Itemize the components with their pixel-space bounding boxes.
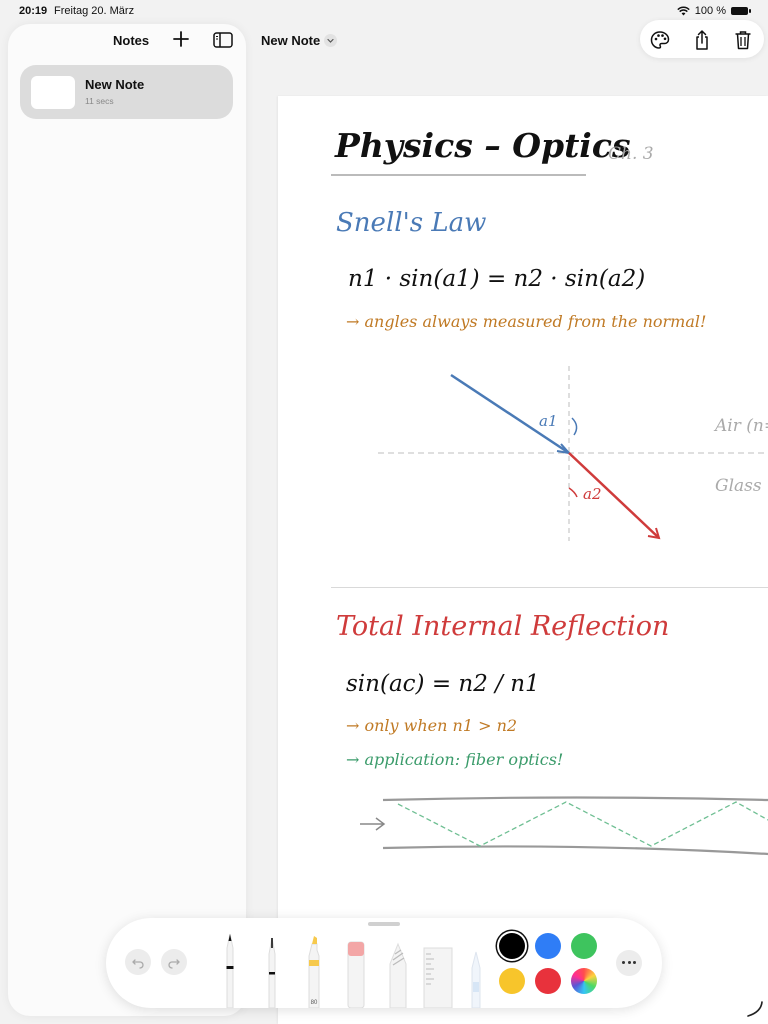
angle-arc-a2 [568,487,578,498]
resize-corner-icon[interactable] [744,998,764,1018]
highlighter-tool[interactable]: 80 [303,932,325,1008]
refraction-diagram: a1 a2 Air (n= Glass ( [378,366,768,541]
reflection-path [397,801,768,847]
wifi-icon [677,6,690,16]
palette-icon[interactable] [649,29,671,51]
normal-note: → angles always measured from the normal… [346,312,707,331]
fiber-bottom-wall [382,845,768,856]
marker-tool-partial[interactable] [468,932,484,1008]
snells-law-heading: Snell's Law [336,208,487,238]
color-swatch-green[interactable] [571,933,597,959]
tir-condition-note: → only when n1 > n2 [346,716,518,735]
drawing-tool-palette: 80 [106,918,662,1008]
highlighter-size-label: 80 [311,1000,318,1006]
chevron-down-icon[interactable] [324,34,337,47]
dot-icon [633,961,636,964]
note-item-title: New Note [85,77,145,92]
color-swatch-blue[interactable] [535,933,561,959]
light-entry-arrow [360,817,386,831]
section-divider [331,587,768,588]
document-toolbar [640,20,764,58]
more-options-button[interactable] [616,950,642,976]
glass-label: Glass ( [715,476,768,496]
angle-label-a1: a1 [539,412,558,430]
status-time: 20:19 [19,5,48,17]
angle-arc-a1 [571,417,578,436]
color-swatch-yellow[interactable] [499,968,525,994]
fiber-top-wall [382,796,768,802]
critical-angle-equation: sin(ac) = n2 / n1 [346,671,540,697]
dot-icon [627,961,631,964]
eraser-tool[interactable] [344,932,368,1008]
sidebar-title: Notes [113,33,150,48]
new-note-plus-icon[interactable] [172,29,190,49]
note-canvas[interactable]: Physics – Optics Ch. 3 Snell's Law n1 · … [278,96,768,1024]
status-date: Freitag 20. März [54,5,135,17]
trash-icon[interactable] [732,29,754,51]
note-item-time: 11 secs [85,96,114,106]
fineliner-tool[interactable] [261,932,283,1008]
chapter-label: Ch. 3 [608,144,654,164]
sidebar-toggle-icon[interactable] [213,32,233,48]
angle-label-a2: a2 [583,485,602,503]
snells-law-equation: n1 · sin(a1) = n2 · sin(a2) [348,266,646,292]
document-title[interactable]: New Note [261,33,320,48]
undo-icon [132,959,144,969]
ruler-tool[interactable] [422,932,454,1008]
note-list-item[interactable]: New Note 11 secs [20,65,233,119]
redo-button[interactable] [161,949,187,975]
dot-icon [622,961,625,964]
note-thumbnail [31,76,75,109]
battery-icon [731,7,751,15]
status-right: 100 % [677,5,751,17]
pen-tool[interactable] [219,932,241,1008]
fiber-optics-note: → application: fiber optics! [346,750,564,769]
note-title: Physics – Optics [335,126,631,165]
color-swatch-black[interactable] [499,933,525,959]
title-underline [331,174,586,176]
tir-heading: Total Internal Reflection [336,611,670,642]
palette-grabber[interactable] [368,922,400,926]
battery-percent: 100 % [694,5,726,17]
share-icon[interactable] [691,29,713,51]
notes-sidebar: Notes New Note 11 secs [8,24,246,1016]
undo-button[interactable] [125,949,151,975]
lasso-tool[interactable] [386,932,410,1008]
redo-icon [168,959,180,969]
fiber-optic-diagram [360,796,768,856]
color-picker-multicolor[interactable] [571,968,597,994]
color-swatch-red[interactable] [535,968,561,994]
air-label: Air (n= [713,416,768,436]
